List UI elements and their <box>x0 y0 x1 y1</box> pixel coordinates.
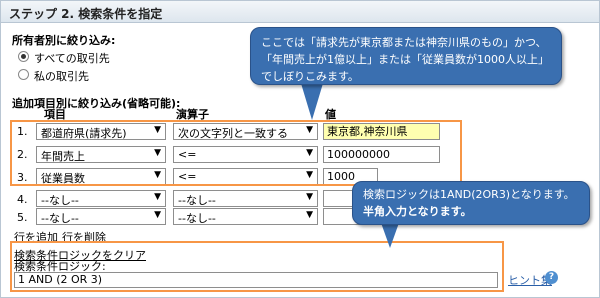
filters-heading: 追加項目別に絞り込み(省略可能): <box>12 97 181 110</box>
filter-rows-highlight <box>10 120 462 186</box>
owner-heading: 所有者別に絞り込み: <box>12 34 116 47</box>
operator-select[interactable]: --なし-- ▼ <box>173 190 318 207</box>
callout-tail <box>300 80 324 120</box>
field-select[interactable]: --なし-- ▼ <box>36 208 166 225</box>
dropdown-arrow-icon: ▼ <box>306 210 313 220</box>
radio-all-accounts[interactable] <box>18 51 29 62</box>
dropdown-arrow-icon: ▼ <box>154 192 161 202</box>
step-header: ステップ 2. 検索条件を指定 <box>1 1 599 23</box>
logic-highlight <box>10 241 504 292</box>
dropdown-arrow-icon: ▼ <box>154 210 161 220</box>
radio-my-accounts-label[interactable]: 私の取引先 <box>34 68 89 84</box>
callout-bottom: 検索ロジックは1AND(2OR3)となります。 半角入力となります。 <box>352 181 590 225</box>
dropdown-arrow-icon: ▼ <box>306 192 313 202</box>
row-number: 5. <box>17 211 28 224</box>
radio-all-accounts-label[interactable]: すべての取引先 <box>34 50 110 66</box>
field-select[interactable]: --なし-- ▼ <box>36 190 166 207</box>
callout-top: ここでは「請求先が東京都または神奈川県のもの」かつ、「年間売上が1億以上」または… <box>250 27 562 85</box>
step-title: ステップ 2. 検索条件を指定 <box>9 7 163 21</box>
radio-my-accounts[interactable] <box>18 69 29 80</box>
operator-select[interactable]: --なし-- ▼ <box>173 208 318 225</box>
help-icon[interactable]: ? <box>545 271 558 284</box>
row-number: 4. <box>17 193 28 206</box>
